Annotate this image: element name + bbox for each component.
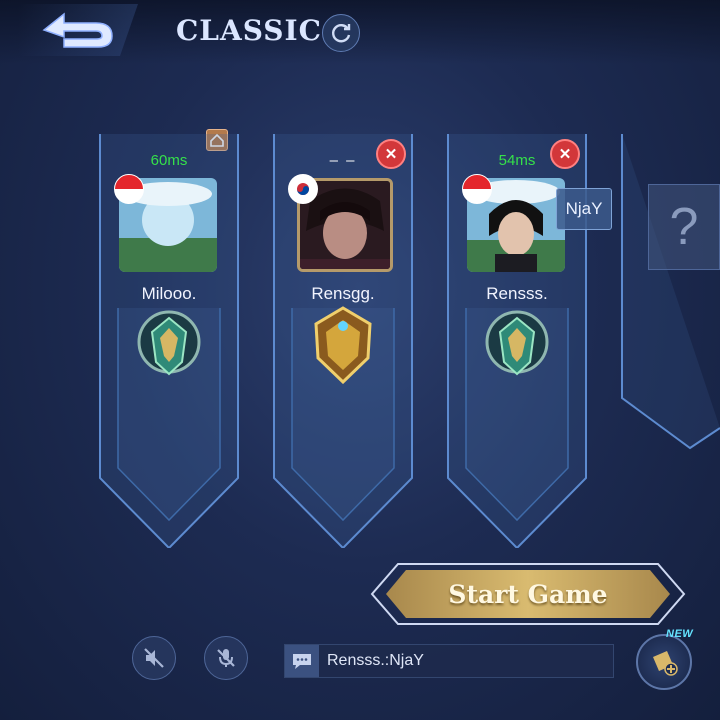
indonesia-flag-icon <box>462 174 492 204</box>
page-title: CLASSIC <box>176 14 322 47</box>
chat-bubble-icon <box>285 645 319 677</box>
chat-input[interactable]: Rensss.:NjaY <box>284 644 614 678</box>
new-badge: NEW <box>666 628 694 640</box>
slot-banner <box>621 134 720 450</box>
refresh-icon <box>332 24 351 43</box>
ping-label: 60ms <box>150 152 188 169</box>
player-slot-2[interactable]: – – Rensgg. <box>272 128 414 548</box>
player-name: Rensgg. <box>311 284 375 303</box>
speaker-off-icon <box>144 648 164 668</box>
south-korea-flag-icon <box>288 174 318 204</box>
microphone-mute-button[interactable] <box>204 636 248 680</box>
card-add-icon <box>653 651 678 676</box>
new-feature-button[interactable] <box>636 634 692 690</box>
microphone-off-icon <box>217 649 235 667</box>
kick-player-button[interactable]: ✕ <box>376 139 406 169</box>
indonesia-flag-icon <box>114 174 144 204</box>
start-game-button[interactable]: Start Game <box>368 560 688 628</box>
speaker-mute-button[interactable] <box>132 636 176 680</box>
refresh-button[interactable] <box>322 14 360 52</box>
start-game-label: Start Game <box>448 579 608 609</box>
mythic-rank-icon <box>137 310 201 376</box>
player-name: Milooo. <box>141 284 197 303</box>
empty-player-slot[interactable]: ? <box>620 128 720 458</box>
question-mark-icon: ? <box>648 184 720 270</box>
back-arrow-icon <box>42 12 113 48</box>
kick-player-button[interactable]: ✕ <box>550 139 580 169</box>
player-slot-1[interactable]: 60ms Milooo. <box>98 128 240 548</box>
chat-last-message: Rensss.:NjaY <box>327 652 424 669</box>
player-name: Rensss. <box>486 284 548 303</box>
back-button[interactable] <box>18 4 138 56</box>
mythic-rank-icon <box>485 310 549 376</box>
mythic-glory-rank-icon <box>314 306 372 384</box>
player-nickname-tag: NjaY <box>556 188 612 230</box>
